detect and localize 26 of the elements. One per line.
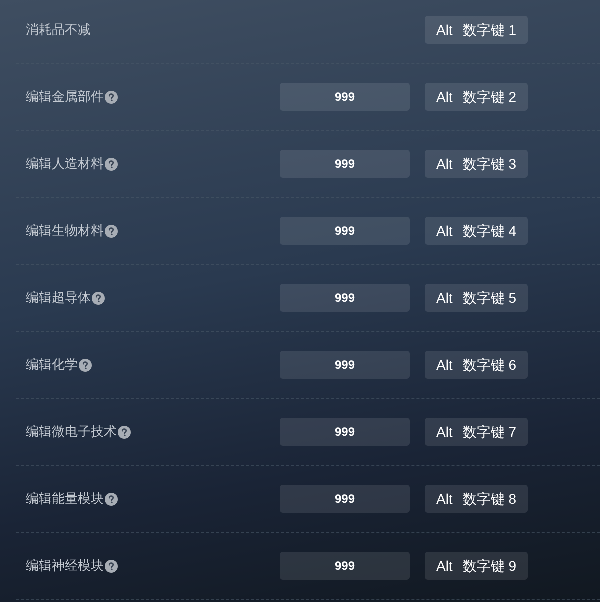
- help-icon[interactable]: [92, 292, 105, 304]
- help-icon[interactable]: [105, 158, 118, 170]
- hotkey-button[interactable]: Alt 数字键 9: [425, 552, 528, 580]
- help-icon[interactable]: [105, 224, 118, 238]
- setting-label: 编辑微电子技术: [26, 423, 117, 442]
- help-icon[interactable]: [118, 426, 131, 438]
- setting-label: 编辑生物材料: [26, 222, 104, 240]
- hotkey-button[interactable]: Alt 数字键 5: [425, 284, 528, 312]
- setting-label: 编辑能量模块: [26, 490, 104, 508]
- hotkey-button[interactable]: Alt 数字键 3: [425, 150, 528, 178]
- hotkey-button[interactable]: Alt 数字键 2: [425, 83, 528, 111]
- help-icon[interactable]: [105, 90, 118, 104]
- hotkey-button[interactable]: Alt 数字键 7: [425, 418, 528, 446]
- setting-label: 编辑超导体: [26, 289, 91, 308]
- hotkey-button[interactable]: Alt 数字键 6: [425, 351, 528, 379]
- hotkey-button[interactable]: Alt 数字键 1: [425, 16, 528, 44]
- help-icon[interactable]: [105, 560, 118, 572]
- setting-label: 编辑人造材料: [26, 155, 104, 174]
- hotkey-button[interactable]: Alt 数字键 4: [425, 217, 528, 245]
- help-icon[interactable]: [105, 492, 118, 506]
- setting-label: 编辑神经模块: [26, 557, 104, 576]
- setting-label: 消耗品不减: [26, 21, 91, 40]
- setting-label: 编辑化学: [26, 356, 78, 374]
- setting-label: 编辑金属部件: [26, 88, 104, 106]
- hotkey-button[interactable]: Alt 数字键 8: [425, 485, 528, 513]
- help-icon[interactable]: [79, 358, 92, 372]
